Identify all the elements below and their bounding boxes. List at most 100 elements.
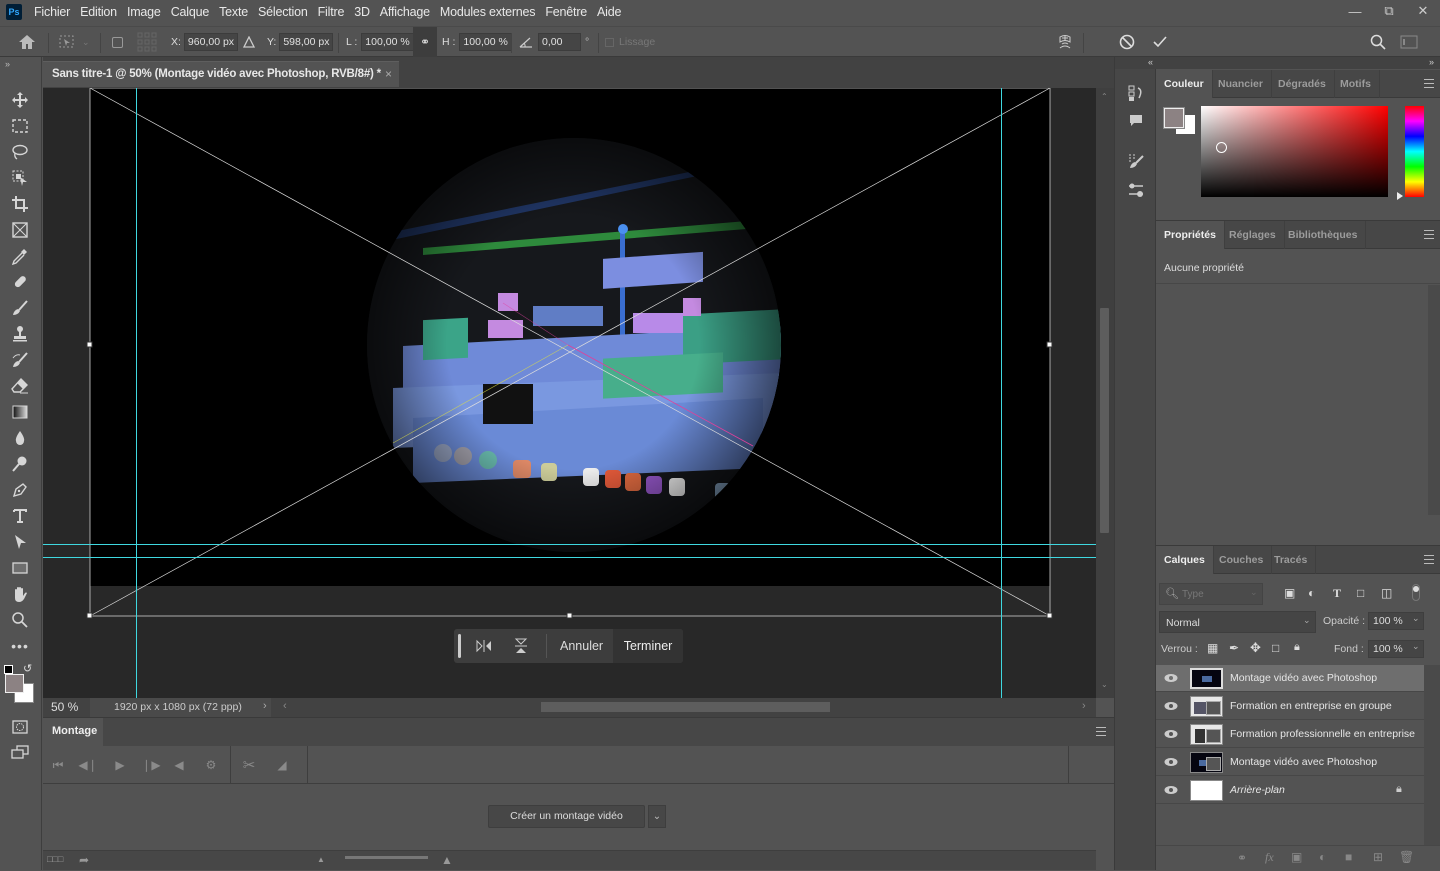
tab-montage[interactable]: Montage <box>43 718 103 746</box>
filter-adjustment-layers-icon[interactable]: ◐ <box>1308 586 1315 600</box>
blur-tool[interactable] <box>8 427 32 449</box>
history-panel-button[interactable] <box>1125 82 1147 104</box>
timeline-type-dropdown[interactable]: ⌄ <box>648 805 666 828</box>
transform-handle[interactable] <box>1046 612 1053 619</box>
adjustment-layer-icon[interactable]: ◐ <box>1319 850 1326 864</box>
horizontal-scrollbar[interactable]: ‹ › <box>283 698 1096 717</box>
frame-tool[interactable] <box>8 219 32 241</box>
lasso-tool[interactable] <box>8 141 32 163</box>
scroll-down-icon[interactable]: ⌄ <box>1101 680 1108 689</box>
cancel-transform-button[interactable] <box>1119 27 1135 57</box>
tab-couches[interactable]: Couches <box>1211 546 1273 574</box>
transform-cancel-button[interactable]: Annuler <box>552 629 611 663</box>
home-button[interactable] <box>18 27 36 57</box>
height-field[interactable]: 100,00 % <box>459 33 512 51</box>
commit-transform-button[interactable] <box>1152 27 1168 57</box>
link-proportions-button[interactable]: ⚭ <box>413 27 437 57</box>
status-menu-arrow-icon[interactable]: › <box>263 700 267 712</box>
vertical-scroll-thumb[interactable] <box>1100 308 1109 533</box>
create-video-timeline-button[interactable]: Créer un montage vidéo <box>488 805 645 828</box>
menu-texte[interactable]: Texte <box>219 5 248 19</box>
frame-animation-icon[interactable]: □□□ <box>47 854 63 864</box>
dodge-tool[interactable] <box>8 453 32 475</box>
zoom-out-icon[interactable]: ▲ <box>317 855 325 864</box>
layer-row[interactable]: Arrière-plan 🔒︎ <box>1156 777 1424 804</box>
minimize-button[interactable]: — <box>1338 0 1372 22</box>
transform-done-button[interactable]: Terminer <box>613 629 683 663</box>
transform-handle[interactable] <box>1046 341 1053 348</box>
opacity-field[interactable]: 100 % ⌄ <box>1368 612 1424 630</box>
layer-row[interactable]: Formation professionnelle en entreprise <box>1156 721 1424 748</box>
transition-button[interactable]: ◢ <box>273 756 291 774</box>
close-tab-icon[interactable]: × <box>385 67 392 81</box>
tab-nuancier[interactable]: Nuancier <box>1210 70 1272 98</box>
tab-reglages[interactable]: Réglages <box>1221 221 1285 249</box>
x-position-field[interactable]: 960,00 px <box>183 33 239 51</box>
clone-stamp-tool[interactable] <box>8 323 32 345</box>
flip-vertical-button[interactable] <box>509 636 533 656</box>
tab-couleur[interactable]: Couleur <box>1156 70 1213 98</box>
tab-degrades[interactable]: Dégradés <box>1270 70 1335 98</box>
saturation-brightness-field[interactable] <box>1201 106 1388 197</box>
crop-tool[interactable] <box>8 193 32 215</box>
layer-row[interactable]: Montage vidéo avec Photoshop <box>1156 749 1424 776</box>
gradient-tool[interactable] <box>8 401 32 423</box>
lock-image-pixels-icon[interactable]: ✒ <box>1229 641 1239 655</box>
panel-menu-icon[interactable] <box>1424 230 1434 239</box>
menu-modules-externes[interactable]: Modules externes <box>440 5 536 19</box>
path-selection-tool[interactable] <box>8 531 32 553</box>
drag-handle[interactable] <box>458 634 461 658</box>
menu-fichier[interactable]: Fichier <box>34 5 70 19</box>
visibility-eye-icon[interactable] <box>1164 784 1178 796</box>
scroll-up-icon[interactable]: ⌃ <box>1101 92 1108 101</box>
horizontal-scroll-thumb[interactable] <box>541 702 830 712</box>
edit-toolbar-button[interactable]: ••• <box>8 635 32 657</box>
panel-menu-icon[interactable] <box>1096 727 1106 736</box>
lock-position-icon[interactable]: ✥ <box>1250 640 1261 656</box>
tab-traces[interactable]: Tracés <box>1266 546 1317 574</box>
zoom-in-icon[interactable]: ▲ <box>441 853 453 867</box>
add-mask-icon[interactable]: ▣ <box>1291 850 1302 864</box>
expand-toolbar-icon[interactable]: » <box>5 59 10 69</box>
tab-calques[interactable]: Calques <box>1156 546 1214 574</box>
menu-fenetre[interactable]: Fenêtre <box>545 5 587 19</box>
document-tab[interactable]: Sans titre-1 @ 50% (Montage vidéo avec P… <box>43 61 399 87</box>
warp-mode-button[interactable] <box>1057 27 1073 57</box>
trash-icon[interactable]: 🗑︎ <box>1399 850 1414 864</box>
tab-bibliotheques[interactable]: Bibliothèques <box>1280 221 1367 249</box>
foreground-color-swatch[interactable] <box>1163 107 1185 129</box>
menu-image[interactable]: Image <box>127 5 161 19</box>
rotation-field[interactable]: 0,00 <box>538 33 581 51</box>
hue-slider-handle[interactable] <box>1397 192 1403 200</box>
reference-point-grid[interactable] <box>137 27 157 57</box>
healing-brush-tool[interactable] <box>8 271 32 293</box>
menu-selection[interactable]: Sélection <box>258 5 308 19</box>
play-button[interactable]: ▶ <box>111 756 129 774</box>
filter-type-layers-icon[interactable]: T <box>1333 586 1341 601</box>
render-video-icon[interactable]: ➦ <box>79 853 89 867</box>
workspace-button[interactable] <box>1400 27 1418 57</box>
panel-menu-icon[interactable] <box>1424 79 1434 88</box>
menu-aide[interactable]: Aide <box>597 5 621 19</box>
audio-button[interactable]: ◀ <box>170 756 188 774</box>
marquee-tool[interactable] <box>8 115 32 137</box>
brush-tool[interactable] <box>8 297 32 319</box>
next-frame-button[interactable]: ❘▶ <box>141 756 160 774</box>
lock-artboard-icon[interactable]: □ <box>1272 641 1279 655</box>
go-to-first-frame-button[interactable]: ⏮ <box>49 756 67 774</box>
restore-button[interactable]: ⧉ <box>1372 0 1406 22</box>
scroll-left-icon[interactable]: ‹ <box>283 700 287 712</box>
visibility-eye-icon[interactable] <box>1164 672 1178 684</box>
eraser-tool[interactable] <box>8 375 32 397</box>
eyedropper-tool[interactable] <box>8 245 32 267</box>
zoom-tool[interactable] <box>8 609 32 631</box>
reference-point-toggle[interactable] <box>112 27 123 57</box>
brush-settings-button[interactable] <box>1125 150 1147 172</box>
panel-menu-icon[interactable] <box>1424 555 1434 564</box>
vertical-scrollbar[interactable]: ⌃ ⌄ <box>1096 88 1114 698</box>
history-brush-tool[interactable] <box>8 349 32 371</box>
transform-handle[interactable] <box>86 341 93 348</box>
timeline-zoom-slider[interactable] <box>345 856 428 859</box>
menu-3d[interactable]: 3D <box>354 5 370 19</box>
search-button[interactable] <box>1370 27 1386 57</box>
